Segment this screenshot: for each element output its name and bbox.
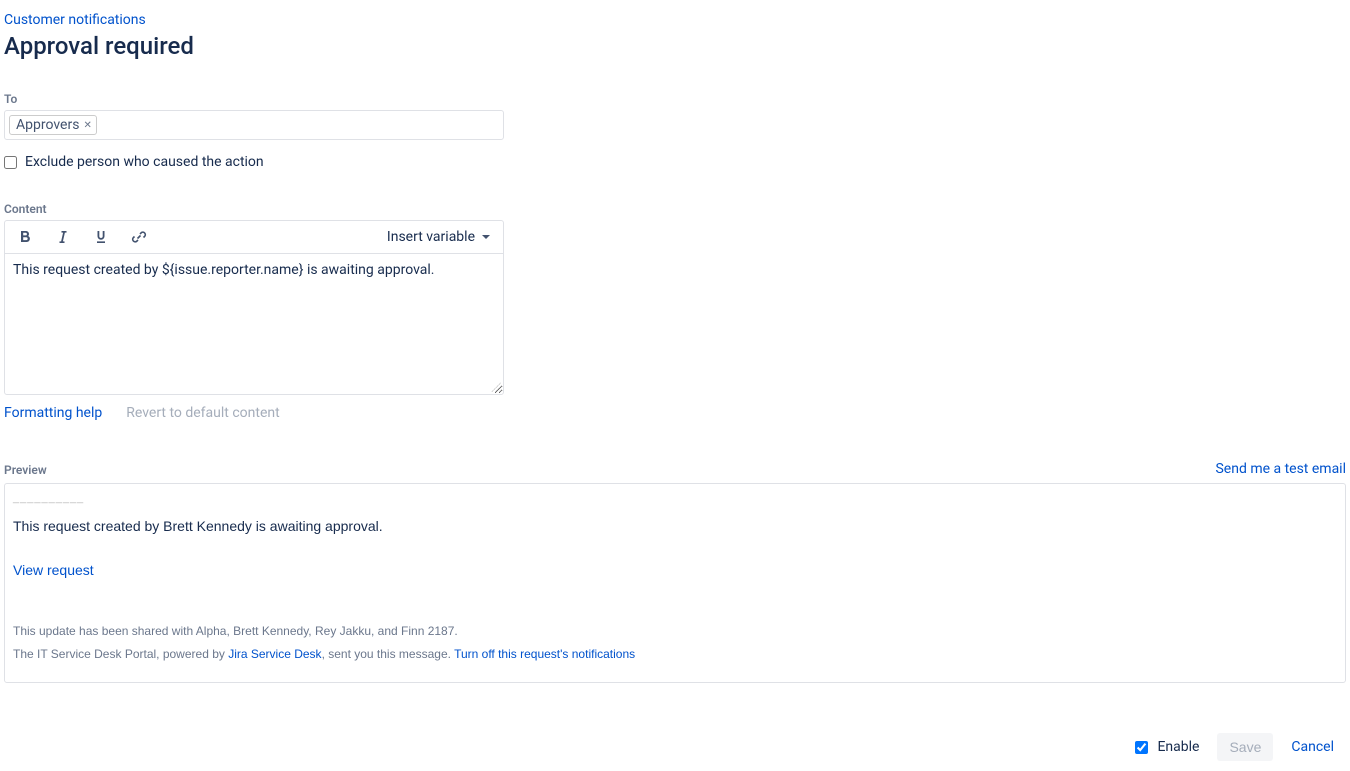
page-title: Approval required [4,32,1346,60]
preview-label: Preview [4,463,47,477]
breadcrumb[interactable]: Customer notifications [4,8,1346,28]
preview-divider: __________ [13,492,1337,504]
to-label: To [4,92,1346,106]
exclude-checkbox[interactable] [4,156,17,169]
enable-checkbox[interactable] [1135,741,1148,754]
underline-icon[interactable] [93,229,109,245]
insert-variable-label: Insert variable [387,229,475,245]
link-icon[interactable] [131,229,147,245]
view-request-link[interactable]: View request [13,562,1337,578]
preview-box: __________ This request created by Brett… [4,483,1346,683]
portal-prefix: The IT Service Desk Portal, powered by [13,647,228,661]
save-button[interactable]: Save [1217,733,1273,761]
cancel-button[interactable]: Cancel [1291,739,1334,755]
portal-suffix: , sent you this message. [322,647,455,661]
revert-link: Revert to default content [126,405,279,421]
editor-body[interactable]: This request created by ${issue.reporter… [5,254,503,394]
enable-label[interactable]: Enable [1157,739,1199,755]
bold-icon[interactable] [17,229,33,245]
content-editor: Insert variable This request created by … [4,220,504,395]
recipient-chip[interactable]: Approvers ✕ [9,115,97,135]
insert-variable-dropdown[interactable]: Insert variable [387,229,491,245]
send-test-email-link[interactable]: Send me a test email [1215,461,1346,477]
preview-shared-text: This update has been shared with Alpha, … [13,620,1337,643]
preview-portal-line: The IT Service Desk Portal, powered by J… [13,643,1337,666]
to-input[interactable]: Approvers ✕ [4,110,504,140]
italic-icon[interactable] [55,229,71,245]
chevron-down-icon [481,232,491,242]
preview-body-text: This request created by Brett Kennedy is… [13,518,1337,534]
remove-chip-icon[interactable]: ✕ [83,120,91,131]
jira-service-desk-link[interactable]: Jira Service Desk [228,647,321,661]
recipient-chip-label: Approvers [16,117,79,133]
formatting-help-link[interactable]: Formatting help [4,405,102,421]
footer-bar: Enable Save Cancel [0,725,1350,771]
turn-off-notifications-link[interactable]: Turn off this request's notifications [454,647,635,661]
editor-toolbar: Insert variable [5,221,503,254]
content-label: Content [4,202,1346,216]
exclude-label[interactable]: Exclude person who caused the action [25,154,264,170]
